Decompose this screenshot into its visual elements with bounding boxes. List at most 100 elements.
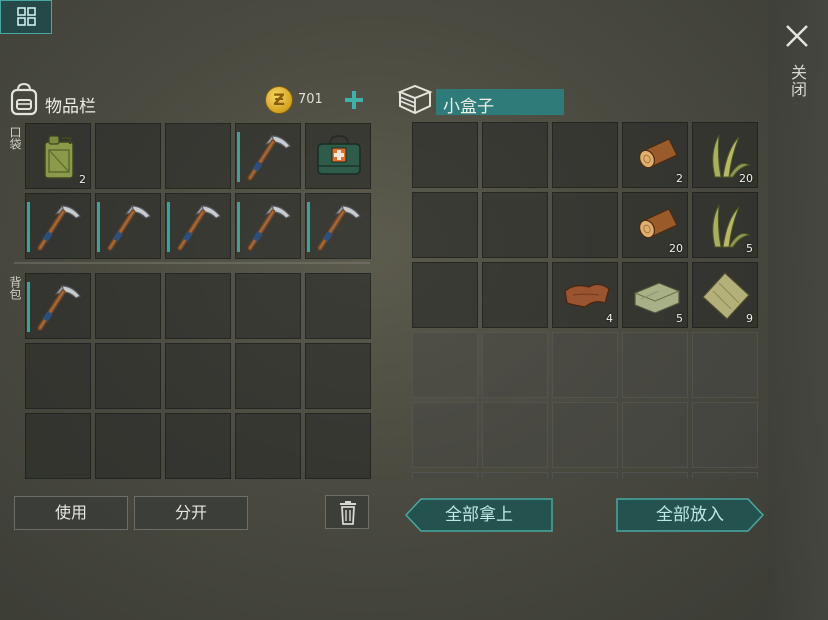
box-slot[interactable] (412, 192, 478, 258)
box-slot[interactable] (482, 332, 548, 398)
box-slot[interactable] (692, 402, 758, 468)
item-count: 2 (79, 173, 86, 186)
box-slot[interactable]: 20 (622, 192, 688, 258)
box-slot[interactable] (622, 402, 688, 468)
coin-icon: Ƶ (265, 86, 293, 114)
box-slot[interactable] (412, 472, 478, 478)
box-slot[interactable] (622, 472, 688, 478)
trash-icon (340, 501, 356, 525)
backpack-slot[interactable] (305, 273, 371, 339)
pocket-slot[interactable] (305, 193, 371, 259)
item-count: 2 (676, 172, 683, 185)
put-all-button[interactable]: 全部放入 (616, 498, 764, 532)
pocket-slot[interactable] (165, 123, 231, 189)
backpack-slot[interactable] (25, 273, 91, 339)
backpack-grid (25, 273, 371, 479)
pickaxe-icon (37, 284, 81, 331)
plus-icon (345, 91, 363, 109)
item-count: 20 (739, 172, 753, 185)
pocket-slot[interactable] (235, 123, 301, 189)
grid-sort-icon (17, 7, 36, 26)
box-slot[interactable] (692, 332, 758, 398)
box-slot[interactable] (552, 332, 618, 398)
close-icon (786, 25, 808, 47)
pickaxe-icon (247, 204, 291, 251)
pocket-slot[interactable] (165, 193, 231, 259)
add-coins-button[interactable] (340, 86, 368, 114)
box-slot[interactable] (552, 122, 618, 188)
use-button[interactable]: 使用 (14, 496, 128, 530)
box-grid: 2 20 20 5 4 5 9 (412, 122, 758, 478)
jerrycan-icon (44, 135, 74, 179)
box-slot[interactable] (482, 262, 548, 328)
backpack-slot[interactable] (235, 413, 301, 479)
box-slot[interactable] (482, 402, 548, 468)
box-slot[interactable]: 5 (692, 192, 758, 258)
backpack-slot[interactable] (165, 273, 231, 339)
box-slot[interactable] (552, 472, 618, 478)
item-count: 9 (746, 312, 753, 325)
box-grid-viewport[interactable]: 2 20 20 5 4 5 9 (412, 122, 758, 478)
backpack-slot[interactable] (25, 413, 91, 479)
item-count: 20 (669, 242, 683, 255)
inventory-title: 物品栏 (45, 97, 96, 117)
item-count: 5 (746, 242, 753, 255)
split-button[interactable]: 分开 (134, 496, 248, 530)
backpack-icon (8, 82, 40, 116)
box-icon (396, 82, 434, 116)
box-slot[interactable] (482, 472, 548, 478)
grass-icon (712, 204, 751, 248)
sort-button[interactable] (0, 0, 52, 34)
backpack-slot[interactable] (95, 343, 161, 409)
pocket-label: 口袋 (8, 126, 22, 150)
box-slot[interactable]: 4 (552, 262, 618, 328)
pocket-slot[interactable] (25, 193, 91, 259)
backpack-slot[interactable] (305, 413, 371, 479)
pickaxe-icon (247, 134, 291, 181)
box-slot[interactable] (482, 122, 548, 188)
backpack-slot[interactable] (235, 343, 301, 409)
pickaxe-icon (177, 204, 221, 251)
item-count: 5 (676, 312, 683, 325)
put-all-label: 全部放入 (656, 505, 724, 525)
cloth-icon (634, 282, 680, 314)
pocket-slot[interactable] (235, 193, 301, 259)
coin-count: 701 (298, 92, 323, 107)
box-slot[interactable]: 9 (692, 262, 758, 328)
box-slot[interactable] (552, 192, 618, 258)
backpack-slot[interactable] (165, 343, 231, 409)
box-slot[interactable]: 20 (692, 122, 758, 188)
close-button[interactable] (783, 22, 811, 50)
box-slot[interactable] (412, 332, 478, 398)
box-slot[interactable] (622, 332, 688, 398)
delete-button[interactable] (325, 495, 369, 529)
box-slot[interactable] (692, 472, 758, 478)
backpack-slot[interactable] (95, 413, 161, 479)
backpack-slot[interactable] (165, 413, 231, 479)
take-all-button[interactable]: 全部拿上 (405, 498, 553, 532)
box-slot[interactable] (552, 402, 618, 468)
box-slot[interactable]: 5 (622, 262, 688, 328)
pocket-divider (14, 262, 370, 264)
box-slot[interactable]: 2 (622, 122, 688, 188)
backpack-slot[interactable] (25, 343, 91, 409)
box-slot[interactable] (412, 122, 478, 188)
pocket-slot[interactable]: 2 (25, 123, 91, 189)
box-slot[interactable] (482, 192, 548, 258)
backpack-slot[interactable] (95, 273, 161, 339)
backpack-slot[interactable] (305, 343, 371, 409)
pocket-slot[interactable] (95, 123, 161, 189)
backpack-slot[interactable] (235, 273, 301, 339)
pickaxe-icon (107, 204, 151, 251)
close-label[interactable]: 关闭 (786, 64, 807, 98)
pocket-slot[interactable] (305, 123, 371, 189)
pocket-grid: 2 (25, 123, 371, 259)
box-slot[interactable] (412, 402, 478, 468)
backpack-label: 背包 (8, 276, 22, 300)
box-slot[interactable] (412, 262, 478, 328)
box-title: 小盒子 (443, 97, 494, 117)
log-icon (639, 138, 678, 169)
pickaxe-icon (37, 204, 81, 251)
pocket-slot[interactable] (95, 193, 161, 259)
medkit-icon (317, 134, 361, 175)
